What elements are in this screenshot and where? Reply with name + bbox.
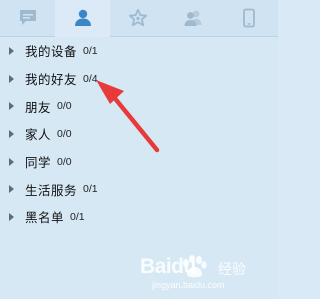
contacts-panel: 我的设备 0/1 我的好友 0/4 朋友 0/0 家人 0/0 同学 0/0 生… [0,0,278,299]
group-my-devices[interactable]: 我的设备 0/1 [0,37,278,65]
group-blacklist[interactable]: 黑名单 0/1 [0,203,278,231]
star-icon [128,8,147,27]
watermark-cn: 经验 [218,262,246,278]
contact-group-list: 我的设备 0/1 我的好友 0/4 朋友 0/0 家人 0/0 同学 0/0 生… [0,37,278,231]
group-count: 0/0 [57,127,72,140]
group-count: 0/1 [83,183,98,196]
watermark-brand: Baidu [140,255,196,278]
expand-caret-icon[interactable] [9,185,14,194]
chat-icon [19,10,36,25]
group-life-services[interactable]: 生活服务 0/1 [0,175,278,203]
group-count: 0/0 [57,100,72,113]
baidu-watermark: Baidu 经验 jingyan.baidu.com [132,251,272,295]
tab-chat[interactable] [0,0,55,36]
tab-groups[interactable] [165,0,220,36]
group-label: 生活服务 [25,182,78,198]
tab-bar [0,0,278,37]
group-label: 黑名单 [25,210,65,226]
group-count: 0/0 [57,155,72,168]
group-count: 0/1 [83,44,98,57]
group-label: 同学 [25,155,52,171]
watermark-url: jingyan.baidu.com [152,280,225,290]
expand-caret-icon[interactable] [9,46,14,55]
group-classmates[interactable]: 同学 0/0 [0,148,278,176]
mobile-phone-icon [243,8,255,28]
tab-contacts[interactable] [55,0,110,37]
expand-caret-icon[interactable] [9,102,14,111]
expand-caret-icon[interactable] [9,129,14,138]
group-label: 我的好友 [25,72,78,88]
expand-caret-icon[interactable] [9,74,14,83]
group-friends[interactable]: 朋友 0/0 [0,92,278,120]
group-label: 朋友 [25,99,52,115]
group-family[interactable]: 家人 0/0 [0,120,278,148]
contact-person-icon [74,9,91,26]
expand-caret-icon[interactable] [9,157,14,166]
tab-phone[interactable] [220,0,278,36]
group-count: 0/4 [83,72,98,85]
group-my-friends[interactable]: 我的好友 0/4 [0,65,278,93]
expand-caret-icon[interactable] [9,212,14,221]
group-count: 0/1 [70,210,85,223]
group-label: 家人 [25,127,52,143]
tab-favorites[interactable] [110,0,165,36]
group-contacts-icon [184,10,201,26]
group-label: 我的设备 [25,44,78,60]
